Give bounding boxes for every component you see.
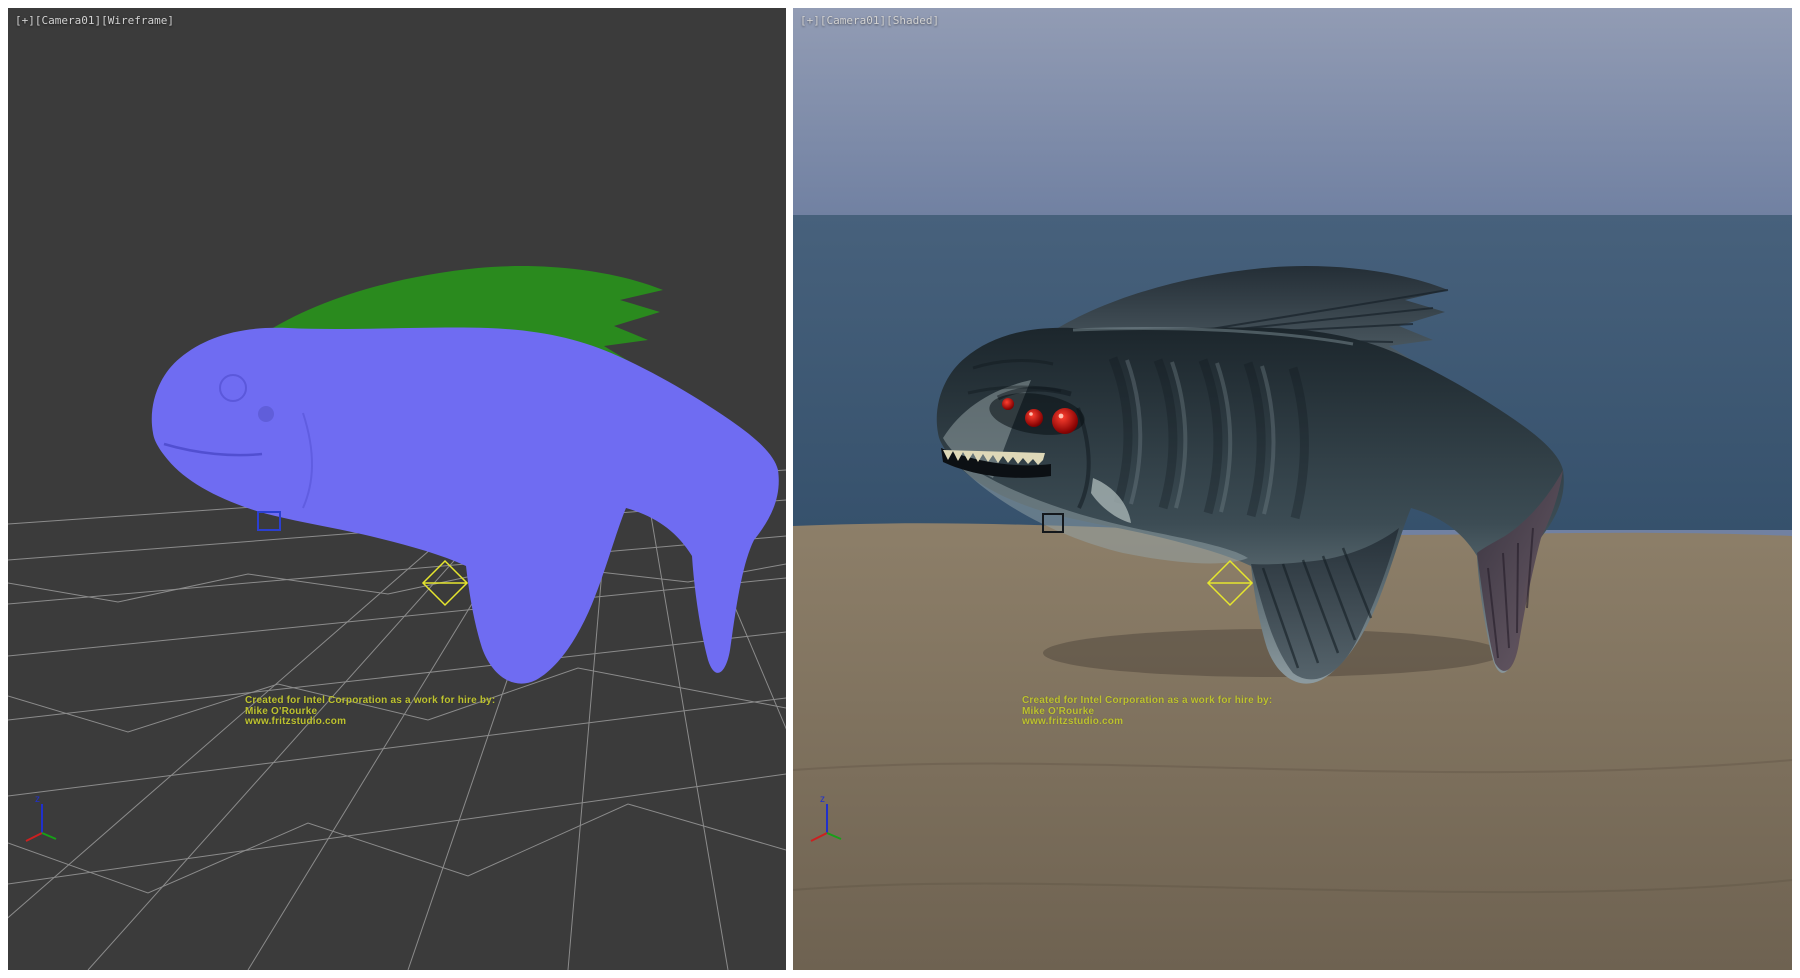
axis-y-line (827, 833, 841, 839)
viewport-menu-camera[interactable]: [Camera01] (820, 15, 886, 27)
fish-eye-spot (258, 406, 274, 422)
viewport-menu-plus[interactable]: [+] (800, 15, 820, 27)
axis-z-label: z (820, 794, 825, 805)
viewport-label-right: [+] [Camera01] [Shaded] (800, 15, 939, 27)
wireframe-scene (8, 8, 786, 970)
viewport-menu-camera[interactable]: [Camera01] (35, 15, 101, 27)
fish-eye-spec-2 (1029, 412, 1033, 416)
fish-eye-large (1052, 408, 1078, 434)
fish-body[interactable] (152, 328, 779, 684)
fish-eye-mid (1025, 409, 1043, 427)
watermark: Created for Intel Corporation as a work … (245, 696, 495, 728)
watermark-line3: www.fritzstudio.com (1022, 717, 1272, 728)
fish-eye-small (1002, 398, 1014, 410)
axis-x-line (26, 833, 42, 841)
watermark-line1: Created for Intel Corporation as a work … (1022, 696, 1272, 707)
viewport-shaded[interactable]: [+] [Camera01] [Shaded] Created for Inte… (793, 8, 1792, 970)
axis-z-label: z (35, 794, 40, 805)
world-axis-tripod: z (18, 791, 68, 846)
shaded-scene (793, 8, 1792, 970)
viewport-wireframe[interactable]: [+] [Camera01] [Wireframe] Created for I… (8, 8, 786, 970)
watermark-line3: www.fritzstudio.com (245, 717, 495, 728)
axis-x-line (811, 833, 827, 841)
fish-eye-spec-1 (1059, 414, 1064, 419)
sky (793, 8, 1792, 215)
axis-y-line (42, 833, 56, 839)
watermark-line1: Created for Intel Corporation as a work … (245, 696, 495, 707)
world-axis-tripod: z (803, 791, 853, 846)
viewport-menu-plus[interactable]: [+] (15, 15, 35, 27)
viewport-menu-shading[interactable]: [Shaded] (886, 15, 939, 27)
viewport-label-left: [+] [Camera01] [Wireframe] (15, 15, 174, 27)
viewport-menu-shading[interactable]: [Wireframe] (101, 15, 174, 27)
watermark: Created for Intel Corporation as a work … (1022, 696, 1272, 728)
